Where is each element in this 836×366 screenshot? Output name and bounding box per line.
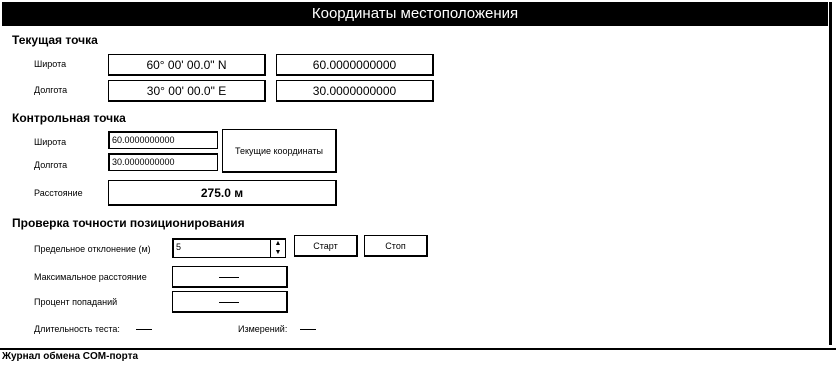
control-point-heading: Контрольная точка <box>12 111 126 125</box>
hit-percent-display <box>172 291 288 313</box>
control-lat-label: Широта <box>34 137 67 147</box>
current-lat-label: Широта <box>34 59 67 69</box>
window-right-border <box>829 2 832 345</box>
measurements-label: Измерений: <box>238 324 288 334</box>
accuracy-check-heading: Проверка точности позиционирования <box>12 216 245 230</box>
com-port-log-bar[interactable]: Журнал обмена COM-порта <box>0 348 836 366</box>
spin-up-icon[interactable]: ▲ <box>271 240 285 249</box>
current-point-heading: Текущая точка <box>12 33 98 47</box>
measurements-dash <box>300 329 316 330</box>
hit-percent-label: Процент попаданий <box>34 297 118 307</box>
window-title: Координаты местоположения <box>2 2 828 26</box>
spin-down-icon[interactable]: ▼ <box>271 249 285 258</box>
distance-display: 275.0 м <box>108 180 337 206</box>
spin-buttons[interactable]: ▲ ▼ <box>270 240 285 257</box>
control-lon-label: Долгота <box>34 160 68 170</box>
max-distance-display <box>172 266 288 288</box>
max-deviation-spinbox[interactable]: 5 ▲ ▼ <box>172 238 286 258</box>
max-distance-label: Максимальное расстояние <box>34 272 147 282</box>
current-lon-label: Долгота <box>34 85 68 95</box>
hit-percent-dash <box>219 302 239 303</box>
max-deviation-value: 5 <box>176 242 182 252</box>
current-lon-decimal-display: 30.0000000000 <box>276 80 434 102</box>
current-lat-dms-display: 60° 00' 00.0" N <box>108 54 266 76</box>
distance-label: Расстояние <box>34 188 83 198</box>
start-button[interactable]: Старт <box>294 235 358 257</box>
control-lat-input[interactable]: 60.0000000000 <box>108 131 218 149</box>
current-lon-dms-display: 30° 00' 00.0" E <box>108 80 266 102</box>
current-coordinates-button[interactable]: Текущие координаты <box>222 129 337 173</box>
stop-button[interactable]: Стоп <box>364 235 428 257</box>
max-deviation-label: Предельное отклонение (м) <box>34 244 151 254</box>
control-lon-input[interactable]: 30.0000000000 <box>108 153 218 171</box>
test-duration-label: Длительность теста: <box>34 324 120 334</box>
max-distance-dash <box>219 277 239 278</box>
current-lat-decimal-display: 60.0000000000 <box>276 54 434 76</box>
test-duration-dash <box>136 329 152 330</box>
